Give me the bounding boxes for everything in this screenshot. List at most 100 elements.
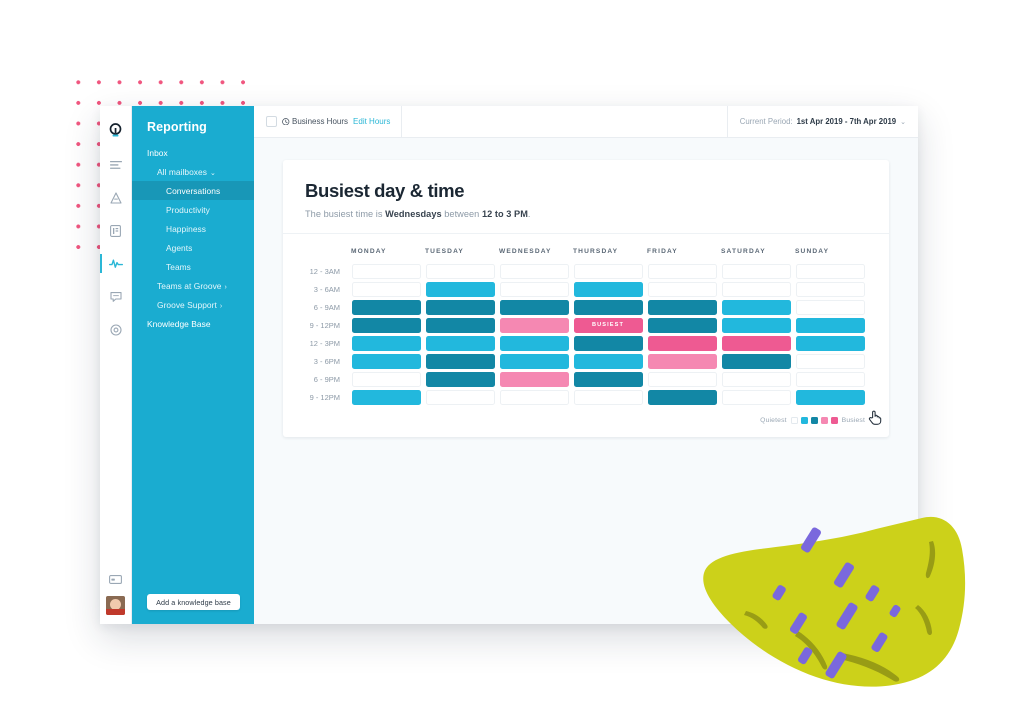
sidebar: Reporting Inbox All mailboxes ⌄ Conversatio… (132, 106, 254, 624)
business-hours-label: Business Hours (282, 117, 348, 126)
heatmap-row-label: 12 - 3AM (309, 266, 340, 276)
legend-low-label: Quietest (760, 417, 787, 424)
heatmap-cell[interactable] (499, 353, 569, 369)
heatmap-cell[interactable] (573, 335, 643, 351)
heatmap-cell[interactable] (573, 263, 643, 279)
knowledge-base-icon[interactable] (100, 181, 131, 214)
heatmap-cell[interactable] (795, 389, 865, 405)
heatmap-cell[interactable] (795, 281, 865, 297)
sidebar-item-teams-at-groove[interactable]: Teams at Groove › (132, 276, 254, 295)
sidebar-item-conversations[interactable]: Conversations (132, 181, 254, 200)
heatmap-cell[interactable] (721, 263, 791, 279)
heatmap-cell[interactable] (425, 335, 495, 351)
heatmap-cell-busiest[interactable]: BUSIEST (573, 317, 643, 333)
settings-gear-icon[interactable] (100, 313, 131, 346)
heatmap-grid: MONDAY TUESDAY WEDNESDAY THURSDAY FRIDAY SATU… (283, 234, 889, 414)
heatmap-cell[interactable] (351, 389, 421, 405)
heatmap-cell[interactable] (721, 389, 791, 405)
heatmap-column-header-wednesday: WEDNESDAY (499, 248, 552, 255)
avatar-shirt (106, 609, 125, 615)
docs-icon[interactable] (100, 214, 131, 247)
heatmap-cell[interactable] (647, 263, 717, 279)
heatmap-cell[interactable] (573, 371, 643, 387)
heatmap-cell[interactable] (795, 263, 865, 279)
heatmap-cell[interactable] (573, 299, 643, 315)
heatmap-cell[interactable] (573, 389, 643, 405)
sidebar-item-all-mailboxes[interactable]: All mailboxes ⌄ (132, 162, 254, 181)
heatmap-cell[interactable] (647, 389, 717, 405)
heatmap-header-row: MONDAY TUESDAY WEDNESDAY THURSDAY FRIDAY SATU… (303, 248, 867, 262)
avatar[interactable] (106, 596, 125, 615)
heatmap-column-header-monday: MONDAY (351, 248, 387, 255)
sidebar-item-inbox[interactable]: Inbox (132, 143, 254, 162)
heatmap-cell[interactable] (573, 353, 643, 369)
heatmap-cell[interactable] (351, 281, 421, 297)
heatmap-cell[interactable] (425, 317, 495, 333)
sidebar-item-teams[interactable]: Teams (132, 257, 254, 276)
heatmap-cell[interactable] (795, 299, 865, 315)
sidebar-item-label: Groove Support (157, 299, 217, 310)
heatmap-cell-wrapper (349, 298, 423, 316)
heatmap-cell[interactable] (499, 317, 569, 333)
heatmap-cell[interactable] (795, 353, 865, 369)
chat-bubble-icon[interactable] (100, 280, 131, 313)
card-icon[interactable] (100, 563, 131, 596)
heatmap-cell[interactable] (351, 335, 421, 351)
sidebar-item-agents[interactable]: Agents (132, 238, 254, 257)
heatmap-cell[interactable] (425, 353, 495, 369)
heatmap-cell[interactable] (425, 281, 495, 297)
add-knowledge-base-button[interactable]: Add a knowledge base (147, 594, 240, 610)
sidebar-item-happiness[interactable]: Happiness (132, 219, 254, 238)
reporting-pulse-icon[interactable] (100, 247, 131, 280)
heatmap-cell[interactable] (499, 371, 569, 387)
heatmap-cell[interactable] (351, 299, 421, 315)
heatmap-cell-wrapper (497, 316, 571, 334)
heatmap-row-label: 9 - 12PM (309, 392, 340, 402)
sidebar-item-groove-support[interactable]: Groove Support › (132, 295, 254, 314)
heatmap-cell[interactable] (795, 317, 865, 333)
sidebar-item-productivity[interactable]: Productivity (132, 200, 254, 219)
heatmap-cell[interactable] (647, 299, 717, 315)
legend-swatch-level-4 (830, 417, 838, 424)
subtitle-mid: between (441, 209, 482, 219)
heatmap-cell[interactable] (721, 281, 791, 297)
heatmap-cell[interactable] (647, 371, 717, 387)
heatmap-cell[interactable] (721, 371, 791, 387)
heatmap-cell[interactable] (499, 299, 569, 315)
edit-hours-link[interactable]: Edit Hours (353, 117, 390, 126)
heatmap-cell[interactable] (425, 389, 495, 405)
heatmap-cell[interactable] (647, 317, 717, 333)
heatmap-cell[interactable] (721, 317, 791, 333)
heatmap-cell[interactable] (795, 371, 865, 387)
heatmap-cell[interactable] (351, 371, 421, 387)
heatmap-cell[interactable] (499, 335, 569, 351)
heatmap-cell[interactable] (499, 263, 569, 279)
heatmap-cell[interactable] (795, 335, 865, 351)
current-period-selector[interactable]: Current Period: 1st Apr 2019 - 7th Apr 2… (728, 106, 918, 137)
heatmap-cell[interactable] (425, 371, 495, 387)
heatmap-cell-wrapper (497, 280, 571, 298)
heatmap-cell[interactable] (721, 353, 791, 369)
sidebar-item-knowledge-base[interactable]: Knowledge Base (132, 314, 254, 333)
subtitle-pre: The busiest time is (305, 209, 386, 219)
heatmap-cell[interactable] (351, 353, 421, 369)
sidebar-item-label: Knowledge Base (147, 318, 211, 329)
heatmap-cell[interactable] (647, 335, 717, 351)
heatmap-cell[interactable] (351, 317, 421, 333)
heatmap-cell[interactable] (499, 389, 569, 405)
heatmap-cell[interactable] (425, 263, 495, 279)
heatmap-cell[interactable] (573, 281, 643, 297)
decorative-blob-graphic (690, 505, 1024, 728)
heatmap-cell[interactable] (425, 299, 495, 315)
heatmap-row: 9 - 12PM BUSIEST (303, 316, 867, 334)
inbox-list-icon[interactable] (100, 148, 131, 181)
groove-logo-icon[interactable] (100, 112, 131, 148)
business-hours-checkbox[interactable] (266, 116, 277, 127)
heatmap-cell[interactable] (721, 299, 791, 315)
heatmap-cell[interactable] (721, 335, 791, 351)
heatmap-cell[interactable] (499, 281, 569, 297)
heatmap-cell[interactable] (351, 263, 421, 279)
heatmap-cell[interactable] (647, 281, 717, 297)
heatmap-column-header-saturday: SATURDAY (721, 248, 766, 255)
heatmap-cell[interactable] (647, 353, 717, 369)
